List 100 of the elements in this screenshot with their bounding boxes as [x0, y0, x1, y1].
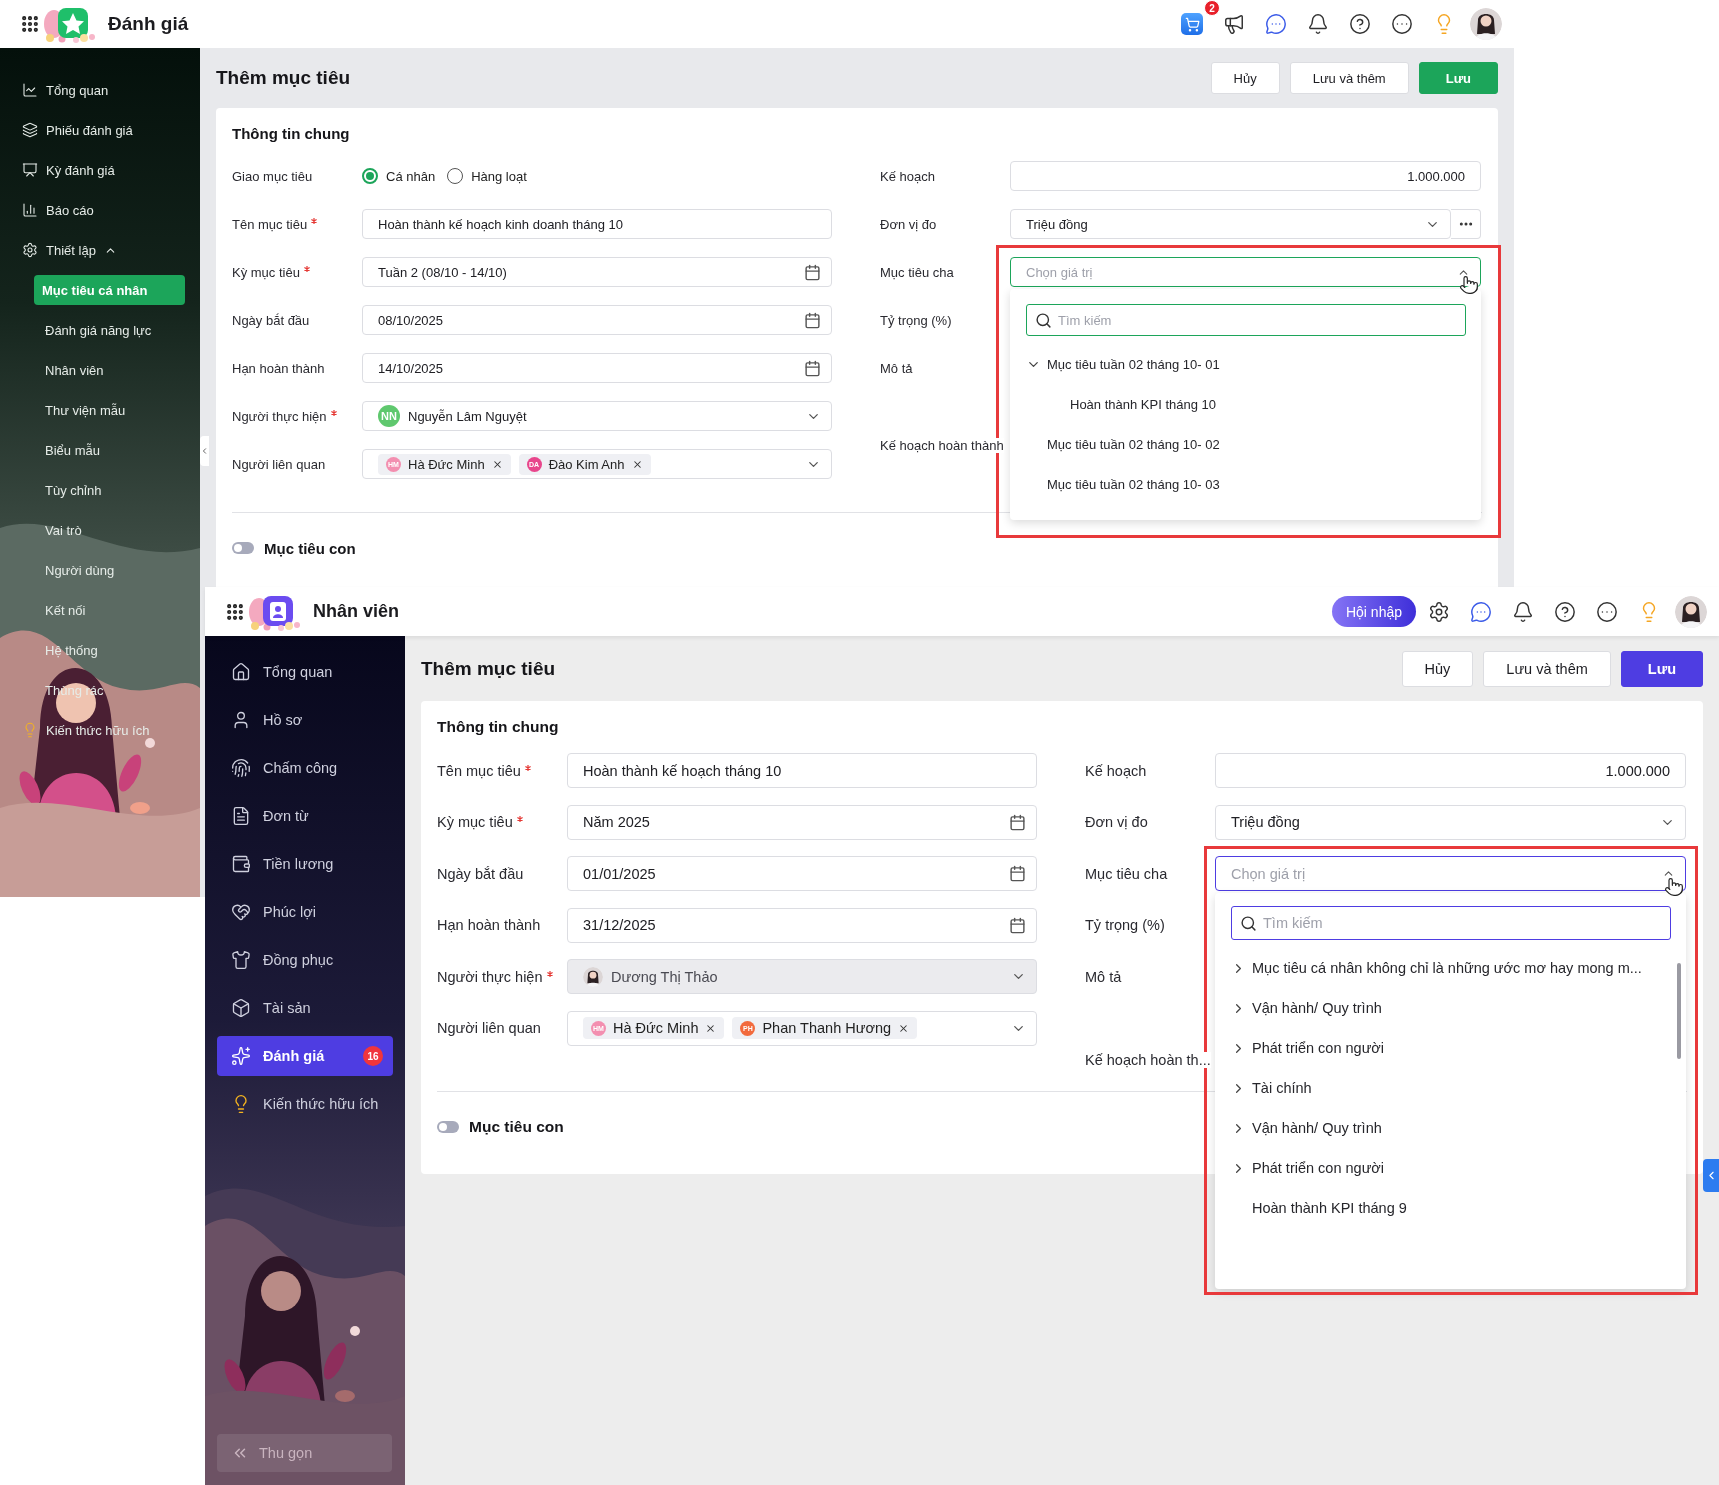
- unit-select[interactable]: Triệu đồng: [1010, 209, 1451, 239]
- tree-item[interactable]: Tài chính: [1231, 1068, 1671, 1109]
- parent-goal-select[interactable]: Chọn giá trị: [1010, 257, 1481, 287]
- more-icon[interactable]: [1391, 13, 1413, 35]
- remove-icon[interactable]: [631, 458, 643, 470]
- toggle-switch[interactable]: [232, 542, 254, 554]
- nav-item[interactable]: Vai trò: [0, 510, 200, 550]
- action-button[interactable]: Lưu và thêm: [1483, 650, 1611, 687]
- tree-item[interactable]: Vận hành/ Quy trình: [1231, 1108, 1671, 1149]
- search-field[interactable]: Tìm kiếm: [1026, 304, 1466, 336]
- nav-item[interactable]: Kỳ đánh giá: [0, 150, 200, 190]
- help-icon[interactable]: [1349, 13, 1371, 35]
- nav-item[interactable]: Nhân viên: [0, 350, 200, 390]
- text-field[interactable]: Hoàn thành kế hoạch kinh doanh tháng 10: [362, 209, 832, 239]
- action-button[interactable]: Hủy: [1210, 62, 1280, 94]
- search-input[interactable]: Tìm kiếm: [1263, 915, 1662, 932]
- calendar-icon[interactable]: [804, 311, 821, 329]
- nav-item[interactable]: Tổng quan: [0, 70, 200, 110]
- more-icon[interactable]: [1596, 600, 1618, 623]
- cube-icon: [231, 998, 251, 1018]
- date-field[interactable]: 14/10/2025: [362, 353, 832, 383]
- nav-item[interactable]: Tùy chỉnh: [0, 470, 200, 510]
- field-label: Tên mục tiêu: [437, 762, 521, 779]
- search-field[interactable]: Tìm kiếm: [1231, 906, 1671, 941]
- nav-item[interactable]: Kiến thức hữu ích: [205, 1080, 405, 1128]
- calendar-icon[interactable]: [804, 359, 821, 377]
- layers-icon: [22, 122, 38, 138]
- date-field[interactable]: Tuần 2 (08/10 - 14/10): [362, 257, 832, 287]
- date-field[interactable]: 01/01/2025: [567, 856, 1037, 892]
- chat-icon[interactable]: [1265, 13, 1287, 35]
- action-button[interactable]: Lưu và thêm: [1289, 62, 1409, 94]
- person-select[interactable]: NN Nguyễn Lâm Nguyệt: [362, 401, 832, 431]
- date-field[interactable]: 31/12/2025: [567, 907, 1037, 943]
- nav-item[interactable]: Chấm công: [205, 744, 405, 792]
- side-panel-tab[interactable]: [1703, 1159, 1719, 1192]
- remove-icon[interactable]: [898, 1022, 910, 1034]
- board-icon: [22, 162, 38, 178]
- settings-icon[interactable]: [1428, 600, 1450, 623]
- parent-goal-select[interactable]: Chọn giá trị: [1215, 856, 1686, 892]
- text-field[interactable]: Hoàn thành kế hoạch tháng 10: [567, 753, 1037, 789]
- calendar-icon[interactable]: [1009, 813, 1026, 831]
- onboarding-button[interactable]: Hội nhập: [1331, 596, 1416, 627]
- search-input[interactable]: Tìm kiếm: [1058, 312, 1457, 328]
- calendar-icon[interactable]: [1009, 865, 1026, 883]
- action-button[interactable]: Hủy: [1401, 650, 1474, 687]
- nav-item[interactable]: Thiết lập: [0, 230, 200, 270]
- number-field[interactable]: 1.000.000: [1215, 753, 1686, 789]
- tree-item[interactable]: Vận hành/ Quy trình: [1231, 988, 1671, 1029]
- app-grid-icon[interactable]: [225, 601, 245, 622]
- nav-item[interactable]: Tiền lương: [205, 840, 405, 888]
- chat-icon[interactable]: [1470, 600, 1492, 623]
- megaphone-icon[interactable]: [1223, 13, 1245, 35]
- remove-icon[interactable]: [491, 458, 503, 470]
- nav-item[interactable]: Kết nối: [0, 590, 200, 630]
- nav-item[interactable]: Tài sản: [205, 984, 405, 1032]
- tree-item[interactable]: Mục tiêu tuần 02 tháng 10- 03: [1026, 464, 1466, 504]
- radio-option[interactable]: Hàng loạt: [447, 168, 527, 184]
- app-grid-icon[interactable]: [20, 14, 40, 34]
- nav-item[interactable]: Đơn từ: [205, 792, 405, 840]
- required-mark-icon: [516, 816, 523, 823]
- cart-icon[interactable]: [1181, 13, 1203, 35]
- nav-item[interactable]: Hệ thống: [0, 630, 200, 670]
- calendar-icon[interactable]: [804, 263, 821, 281]
- nav-item[interactable]: Biểu mẫu: [0, 430, 200, 470]
- nav-item[interactable]: Báo cáo: [0, 190, 200, 230]
- bell-icon[interactable]: [1307, 13, 1329, 35]
- tree-item[interactable]: Hoàn thành KPI tháng 9: [1231, 1188, 1671, 1229]
- number-field[interactable]: 1.000.000: [1010, 161, 1481, 191]
- nav-item[interactable]: Thư viện mẫu: [0, 390, 200, 430]
- help-icon[interactable]: [1554, 600, 1576, 623]
- field-label: Hạn hoàn thành: [437, 917, 541, 934]
- tree-item[interactable]: Phát triển con người: [1231, 1148, 1671, 1189]
- nav-item[interactable]: Người dùng: [0, 550, 200, 590]
- tree-item[interactable]: Mục tiêu tuần 02 tháng 10- 02: [1026, 424, 1466, 464]
- notification-badge: 2: [1204, 0, 1220, 16]
- nav-item[interactable]: Phúc lợi: [205, 888, 405, 936]
- date-field[interactable]: Năm 2025: [567, 804, 1037, 840]
- nav-item[interactable]: Phiếu đánh giá: [0, 110, 200, 150]
- nav-item[interactable]: Đánh giá năng lực: [0, 310, 200, 350]
- remove-icon[interactable]: [705, 1022, 717, 1034]
- radio-button[interactable]: [362, 168, 378, 184]
- app-title: Đánh giá: [108, 13, 189, 35]
- field-label: Đơn vị đo: [1085, 814, 1148, 831]
- unit-select[interactable]: Triệu đồng: [1215, 804, 1686, 840]
- nav-item[interactable]: Hồ sơ: [205, 696, 405, 744]
- nav-item[interactable]: Đánh giá 16: [217, 1036, 393, 1076]
- tree-item[interactable]: Hoàn thành KPI tháng 10: [1026, 384, 1466, 424]
- date-field[interactable]: 08/10/2025: [362, 305, 832, 335]
- bell-icon[interactable]: [1512, 600, 1534, 623]
- toggle-switch[interactable]: [437, 1120, 459, 1133]
- nav-item[interactable]: Tổng quan: [205, 648, 405, 696]
- tree-item[interactable]: Phát triển con người: [1231, 1028, 1671, 1069]
- tree-item[interactable]: Mục tiêu tuần 02 tháng 10- 01: [1026, 344, 1466, 384]
- calendar-icon[interactable]: [1009, 916, 1026, 934]
- nav-item[interactable]: Đồng phục: [205, 936, 405, 984]
- radio-option[interactable]: Cá nhân: [362, 168, 436, 184]
- select-input[interactable]: Chọn giá trị: [1026, 264, 1449, 280]
- save-button[interactable]: Lưu: [1620, 650, 1703, 687]
- select-input[interactable]: Chọn giá trị: [1231, 865, 1654, 882]
- tree-item[interactable]: Mục tiêu cá nhân không chỉ là những ước mơ hay mong m...: [1231, 948, 1671, 989]
